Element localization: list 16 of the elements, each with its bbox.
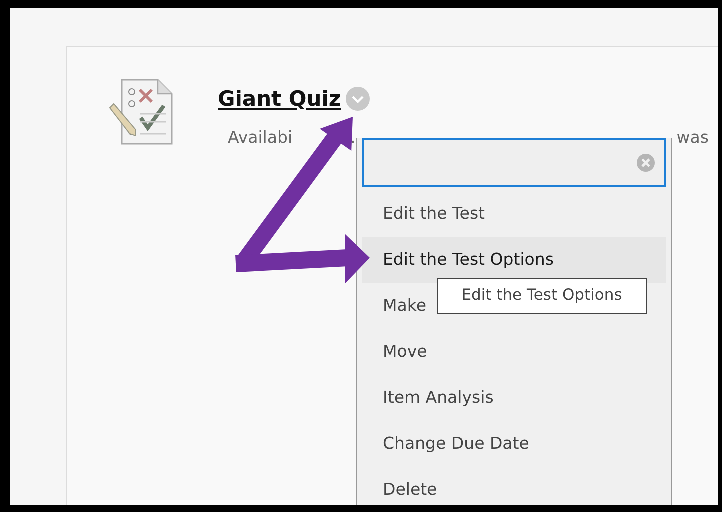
- menu-item[interactable]: Move: [383, 341, 428, 363]
- test-document-icon: [108, 78, 176, 146]
- availability-text: Availabi: [228, 127, 293, 149]
- search-field[interactable]: [362, 138, 666, 187]
- menu-item[interactable]: Edit the Test Options: [383, 249, 554, 271]
- menu-item[interactable]: Make: [383, 295, 426, 317]
- description-text: was: [676, 127, 709, 149]
- tooltip: Edit the Test Options: [437, 278, 647, 314]
- availability-text: .: [350, 127, 356, 149]
- menu-item[interactable]: Change Due Date: [383, 433, 530, 455]
- menu-item[interactable]: Delete: [383, 479, 438, 501]
- menu-item[interactable]: Edit the Test: [383, 203, 486, 225]
- quiz-title-link[interactable]: Giant Quiz: [218, 86, 342, 112]
- chevron-down-icon[interactable]: [345, 86, 372, 112]
- menu-item[interactable]: Item Analysis: [383, 387, 494, 409]
- clear-icon[interactable]: [636, 152, 656, 172]
